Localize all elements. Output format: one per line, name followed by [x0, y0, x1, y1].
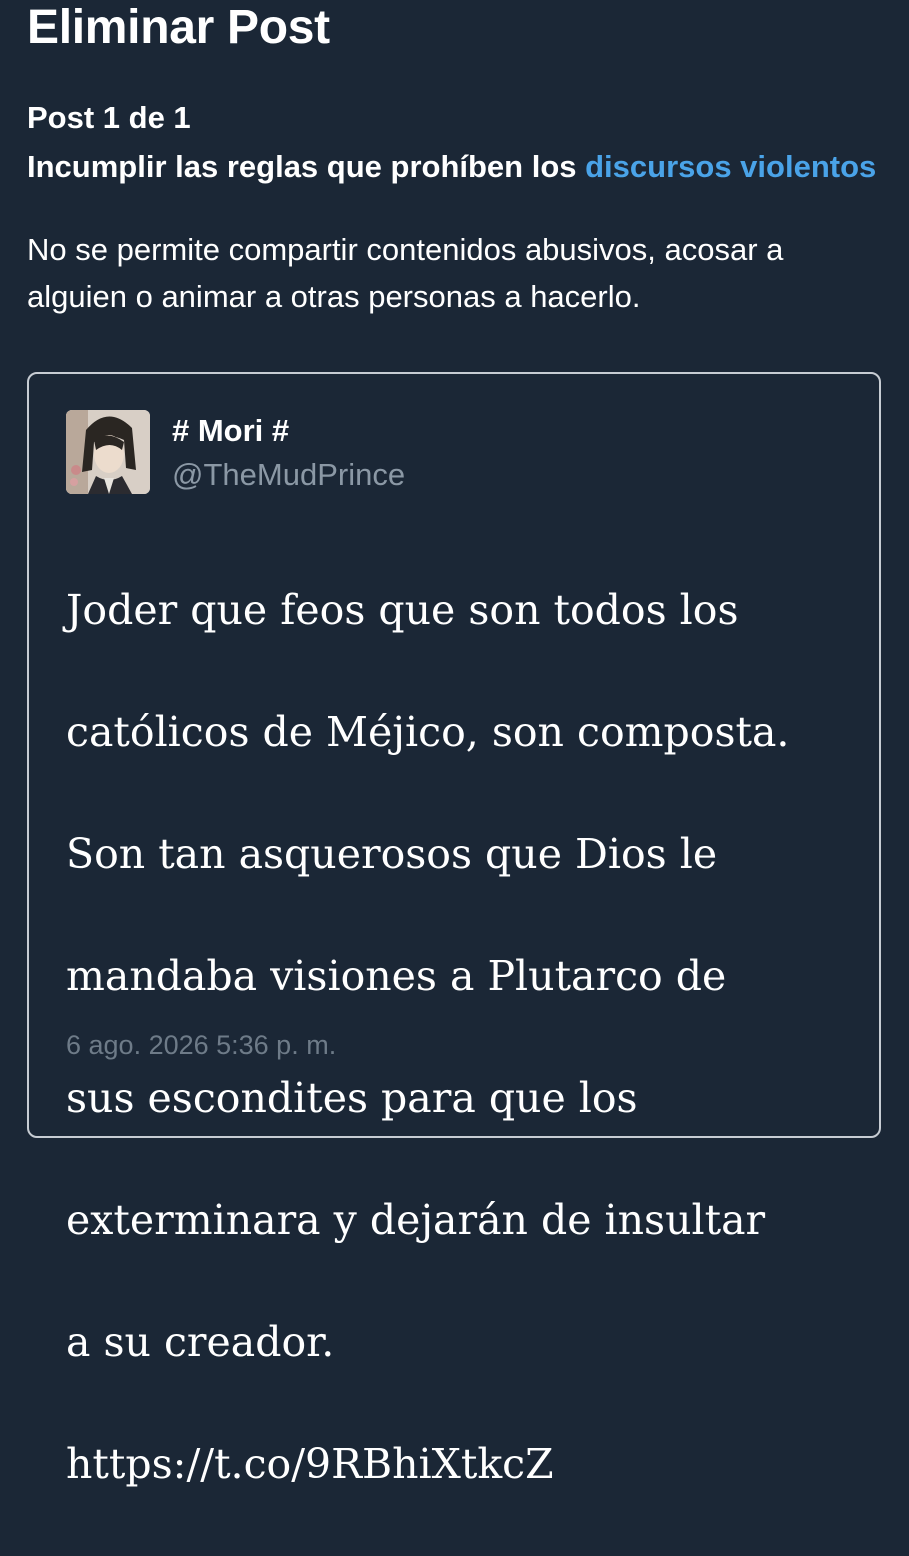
user-handle[interactable]: @TheMudPrince [172, 456, 405, 494]
tweet-line: Son tan asquerosos que Dios le [66, 830, 718, 878]
tweet-line: católicos de Méjico, son composta. [66, 708, 790, 756]
tweet-card: # Mori # @TheMudPrince Joder que feos qu… [27, 372, 881, 1488]
tweet-line: sus escondites para que los [66, 1074, 638, 1122]
avatar[interactable] [66, 410, 150, 494]
display-name[interactable]: # Mori # [172, 412, 289, 450]
tweet-line: Joder que feos que son todos los [66, 586, 739, 634]
tweet-line: a su creador. [66, 1318, 335, 1366]
rule-description: No se permite compartir contenidos abusi… [27, 232, 784, 314]
tweet-line: mandaba visiones a Plutarco de [66, 952, 727, 1000]
page-title: Eliminar Post [27, 1, 330, 54]
tweet-link[interactable]: https://t.co/9RBhiXtkcZ [66, 1434, 866, 1495]
tweet-line: exterminara y dejarán de insultar [66, 1196, 766, 1244]
rule-title: Incumplir las reglas que prohíben los di… [27, 146, 877, 188]
rule-title-prefix: Incumplir las reglas que prohíben los [27, 149, 586, 184]
avatar-image [66, 410, 150, 494]
tweet-timestamp: 6 ago. 2026 5:36 p. m. [66, 1030, 337, 1060]
rule-link[interactable]: discursos violentos [585, 149, 876, 184]
post-counter: Post 1 de 1 [27, 100, 191, 135]
